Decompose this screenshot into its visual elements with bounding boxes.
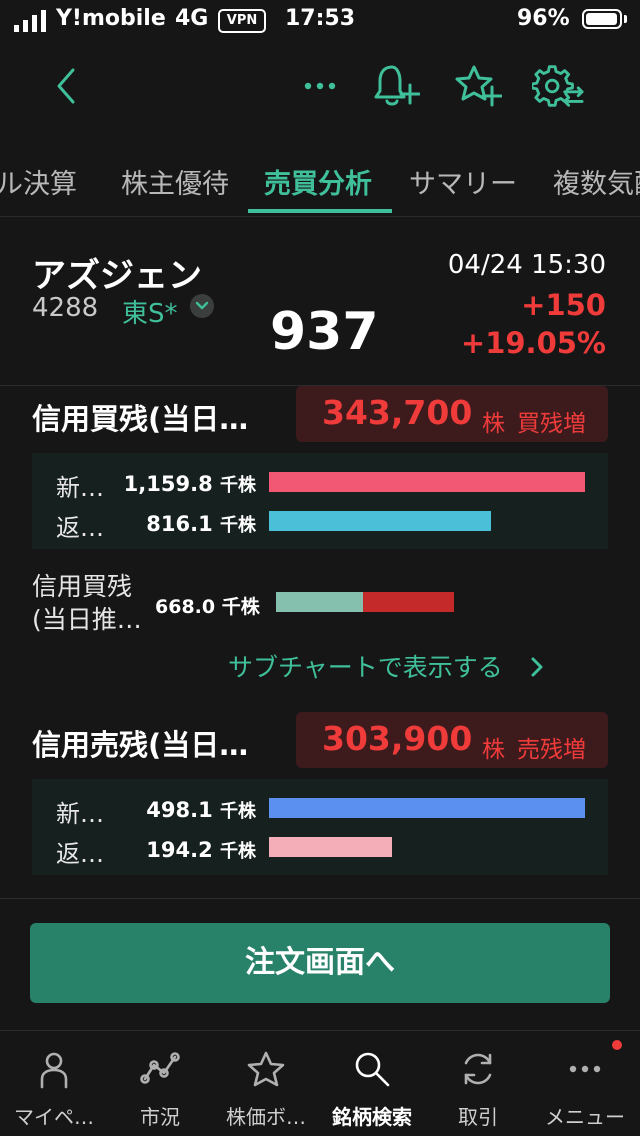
chevron-right-icon (531, 657, 543, 677)
new-buy-bar (269, 472, 585, 492)
battery-percent: 96% (517, 6, 570, 31)
battery-icon (582, 9, 622, 29)
add-alert-icon[interactable] (370, 60, 422, 112)
tab-earnings[interactable]: ル決算 (0, 162, 77, 201)
nav-stock-board[interactable]: 株価ボ… (213, 1031, 319, 1136)
repay-buy-value: 816.1 千株 (146, 512, 256, 536)
new-sell-value: 498.1 千株 (146, 798, 256, 822)
margin-sell-balance: 303,900 (322, 719, 473, 758)
nav-label: 銘柄検索 (332, 1105, 412, 1129)
margin-buy-title: 信用買残(当日… (32, 402, 249, 436)
stock-name: アズジェン (32, 256, 202, 296)
back-icon[interactable] (40, 60, 92, 112)
more-icon (565, 1049, 605, 1089)
nav-trade[interactable]: 取引 (425, 1031, 531, 1136)
repay-sell-bar (269, 837, 393, 857)
nav-mypage[interactable]: マイペ… (1, 1031, 107, 1136)
margin-sell-status: 売残増 (517, 737, 586, 763)
stock-detail-screen: Y!mobile 4G VPN 17:53 96% ル決算 株主優待 売買分析 … (0, 0, 640, 1136)
price-change: +150 (521, 288, 606, 322)
order-screen-button[interactable]: 注文画面へ (30, 923, 610, 1003)
nav-market[interactable]: 市況 (107, 1031, 213, 1136)
status-bar: Y!mobile 4G VPN 17:53 96% (0, 0, 640, 40)
nav-label: マイペ… (14, 1105, 94, 1129)
trend-bar-base (276, 592, 363, 612)
price-change-percent: +19.05% (460, 326, 606, 360)
repay-buy-bar (269, 511, 492, 531)
person-icon (34, 1049, 74, 1089)
margin-buy-status: 買残増 (517, 411, 586, 437)
new-sell-label: 新… (56, 800, 104, 828)
search-icon (352, 1049, 392, 1089)
new-sell-bar (269, 798, 585, 818)
margin-buy-badge: 343,700 株 買残増 (296, 386, 608, 442)
repay-sell-label: 返… (56, 840, 104, 868)
margin-sell-unit: 株 (482, 737, 505, 763)
nav-label: 株価ボ… (226, 1105, 306, 1129)
current-price: 937 (270, 302, 379, 362)
nav-label: 取引 (458, 1105, 498, 1129)
more-options-icon[interactable] (294, 60, 346, 112)
show-subchart-link[interactable]: サブチャートで表示する (228, 648, 545, 684)
margin-sell-title: 信用売残(当日… (32, 728, 249, 762)
margin-buy-balance: 343,700 (322, 393, 473, 432)
tab-summary[interactable]: サマリー (409, 162, 517, 201)
settings-swap-icon[interactable] (532, 60, 584, 112)
nav-menu[interactable]: メニュー (532, 1031, 638, 1136)
nav-label: 市況 (140, 1105, 180, 1129)
new-buy-value: 1,159.8 千株 (123, 472, 256, 496)
margin-buy-trend-value: 668.0 千株 (155, 596, 260, 618)
divider (0, 898, 640, 899)
repay-buy-label: 返… (56, 514, 104, 542)
active-tab-indicator (248, 209, 392, 213)
add-favorite-icon[interactable] (452, 60, 504, 112)
tab-multi-quotes[interactable]: 複数気配 (553, 162, 640, 201)
tab-trading-analysis[interactable]: 売買分析 (264, 162, 372, 201)
nav-label: メニュー (545, 1105, 625, 1129)
nav-stock-search[interactable]: 銘柄検索 (319, 1031, 425, 1136)
bottom-nav: マイペ… 市況 株価ボ… 銘柄検索 取引 メニュー (0, 1030, 640, 1136)
trend-bar-change (362, 592, 454, 612)
carrier-name: Y!mobile (56, 6, 166, 31)
battery-cap (624, 15, 627, 23)
repay-sell-value: 194.2 千株 (146, 838, 256, 862)
signal-icon (14, 10, 46, 32)
refresh-icon (458, 1049, 498, 1089)
trend-icon (140, 1049, 180, 1089)
margin-sell-panel: 新… 498.1 千株 返… 194.2 千株 (32, 779, 608, 875)
vpn-badge: VPN (218, 9, 266, 33)
network-type: 4G (175, 6, 209, 31)
stock-code: 4288 (32, 293, 99, 323)
margin-buy-panel: 新… 1,159.8 千株 返… 816.1 千株 (32, 453, 608, 549)
tab-shareholder-benefits[interactable]: 株主優待 (121, 162, 229, 201)
margin-buy-trend-label: 信用買残 (当日推… (32, 572, 142, 634)
chevron-down-icon[interactable] (190, 294, 214, 318)
quote-datetime: 04/24 15:30 (447, 250, 606, 280)
star-icon (246, 1049, 286, 1089)
notification-dot (612, 1040, 622, 1050)
margin-sell-badge: 303,900 株 売残増 (296, 712, 608, 768)
clock: 17:53 (285, 6, 356, 31)
market-label[interactable]: 東S* (122, 293, 178, 330)
margin-buy-unit: 株 (482, 411, 505, 437)
new-buy-label: 新… (56, 474, 104, 502)
tab-bar: ル決算 株主優待 売買分析 サマリー 複数気配 (0, 150, 640, 217)
